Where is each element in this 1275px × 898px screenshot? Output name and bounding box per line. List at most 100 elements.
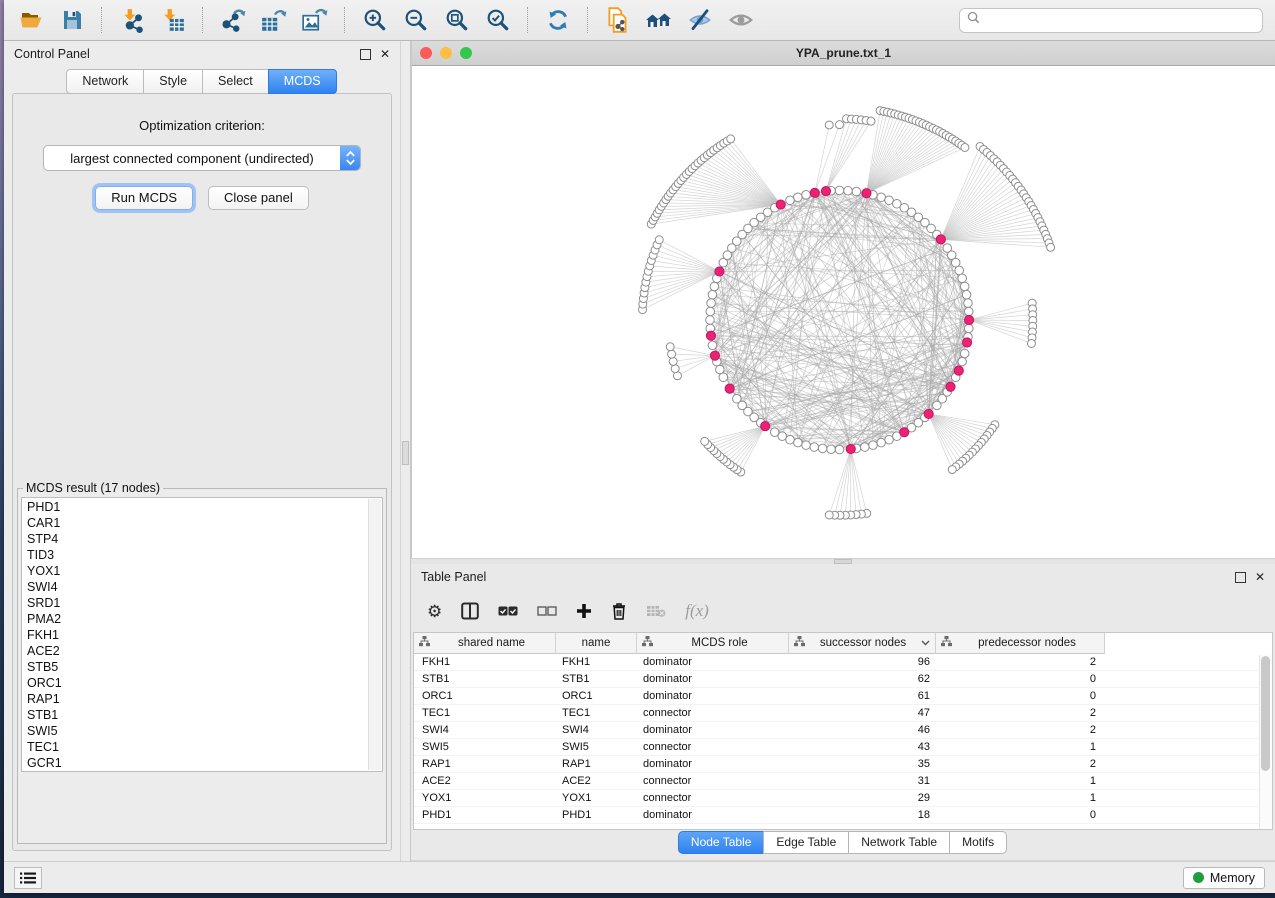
export-image-icon[interactable] xyxy=(300,6,330,34)
table-cell[interactable] xyxy=(1105,773,1272,789)
add-column-icon[interactable] xyxy=(576,603,592,619)
mcds-result-item[interactable]: YOX1 xyxy=(27,563,382,579)
column-header-name[interactable]: name xyxy=(556,633,637,654)
tab-style[interactable]: Style xyxy=(143,69,203,94)
table-cell[interactable]: ACE2 xyxy=(556,773,637,789)
table-cell[interactable]: SWI4 xyxy=(414,722,556,738)
table-cell[interactable]: 1 xyxy=(936,790,1105,806)
table-cell[interactable]: connector xyxy=(637,773,789,789)
select-all-icon[interactable] xyxy=(498,605,518,617)
close-panel-icon[interactable]: ✕ xyxy=(1255,571,1265,583)
mcds-result-item[interactable]: PMA2 xyxy=(27,611,382,627)
delete-column-icon[interactable] xyxy=(611,602,627,620)
table-cell[interactable]: dominator xyxy=(637,756,789,772)
table-cell[interactable]: ORC1 xyxy=(556,688,637,704)
mcds-result-item[interactable]: TEC1 xyxy=(27,739,382,755)
table-cell[interactable]: TEC1 xyxy=(556,705,637,721)
import-network-icon[interactable] xyxy=(117,6,147,34)
table-cell[interactable] xyxy=(1105,671,1272,687)
tab-motifs[interactable]: Motifs xyxy=(949,831,1007,854)
export-network-icon[interactable] xyxy=(218,6,248,34)
table-cell[interactable]: 35 xyxy=(789,756,936,772)
table-cell[interactable]: 31 xyxy=(789,773,936,789)
table-row[interactable]: ORC1ORC1dominator610 xyxy=(414,688,1272,705)
table-cell[interactable]: 0 xyxy=(936,688,1105,704)
table-cell[interactable] xyxy=(1105,654,1272,670)
table-cell[interactable]: SWI5 xyxy=(414,739,556,755)
mcds-result-item[interactable]: STP4 xyxy=(27,531,382,547)
table-cell[interactable] xyxy=(1105,688,1272,704)
list-scrollbar[interactable] xyxy=(368,499,381,770)
zoom-out-icon[interactable] xyxy=(401,6,431,34)
table-row[interactable]: PHD1PHD1dominator180 xyxy=(414,807,1272,824)
table-cell[interactable]: connector xyxy=(637,790,789,806)
mcds-result-item[interactable]: ORC1 xyxy=(27,675,382,691)
table-scrollbar[interactable] xyxy=(1259,655,1272,829)
table-cell[interactable]: SWI4 xyxy=(556,722,637,738)
tab-select[interactable]: Select xyxy=(202,69,269,94)
table-cell[interactable]: STB1 xyxy=(414,671,556,687)
table-cell[interactable]: 0 xyxy=(936,671,1105,687)
table-cell[interactable]: dominator xyxy=(637,722,789,738)
mcds-result-item[interactable]: STB1 xyxy=(27,707,382,723)
save-session-icon[interactable] xyxy=(57,6,87,34)
table-cell[interactable]: 2 xyxy=(936,722,1105,738)
mcds-result-item[interactable]: RAP1 xyxy=(27,691,382,707)
table-row[interactable]: SWI4SWI4dominator462 xyxy=(414,722,1272,739)
mcds-result-item[interactable]: CAR1 xyxy=(27,515,382,531)
chevron-down-icon[interactable] xyxy=(921,637,930,649)
network-view[interactable] xyxy=(412,66,1275,558)
column-layout-icon[interactable] xyxy=(461,602,479,620)
automation-panel-icon[interactable] xyxy=(14,867,42,889)
tab-mcds[interactable]: MCDS xyxy=(268,69,337,94)
zoom-selected-icon[interactable] xyxy=(483,6,513,34)
mcds-result-item[interactable]: STB5 xyxy=(27,659,382,675)
close-panel-icon[interactable]: ✕ xyxy=(380,48,390,60)
export-table-icon[interactable] xyxy=(259,6,289,34)
scrollbar-thumb[interactable] xyxy=(1261,656,1270,771)
table-cell[interactable]: 18 xyxy=(789,807,936,823)
refresh-icon[interactable] xyxy=(543,6,573,34)
table-cell[interactable]: 43 xyxy=(789,739,936,755)
mcds-result-item[interactable]: TID3 xyxy=(27,547,382,563)
table-cell[interactable]: 2 xyxy=(936,705,1105,721)
table-cell[interactable] xyxy=(1105,705,1272,721)
table-cell[interactable]: ACE2 xyxy=(414,773,556,789)
zoom-fit-icon[interactable] xyxy=(442,6,472,34)
unselect-all-icon[interactable] xyxy=(537,605,557,617)
column-header-shared-name[interactable]: shared name xyxy=(414,633,556,654)
clone-network-icon[interactable] xyxy=(603,6,633,34)
float-panel-icon[interactable] xyxy=(1235,572,1246,583)
mcds-result-item[interactable]: ACE2 xyxy=(27,643,382,659)
mcds-result-item[interactable]: SWI5 xyxy=(27,723,382,739)
table-cell[interactable] xyxy=(1105,790,1272,806)
table-cell[interactable]: connector xyxy=(637,705,789,721)
home-icon[interactable] xyxy=(644,6,674,34)
table-cell[interactable]: RAP1 xyxy=(556,756,637,772)
table-cell[interactable]: ORC1 xyxy=(414,688,556,704)
run-mcds-button[interactable]: Run MCDS xyxy=(95,186,193,210)
mcds-result-item[interactable]: PHD1 xyxy=(27,499,382,515)
table-row[interactable]: SWI5SWI5connector431 xyxy=(414,739,1272,756)
tab-edge-table[interactable]: Edge Table xyxy=(763,831,849,854)
tab-node-table[interactable]: Node Table xyxy=(678,831,765,854)
open-file-icon[interactable] xyxy=(16,6,46,34)
table-cell[interactable]: 61 xyxy=(789,688,936,704)
table-cell[interactable]: FKH1 xyxy=(556,654,637,670)
table-row[interactable]: FKH1FKH1dominator962 xyxy=(414,654,1272,671)
table-cell[interactable]: YOX1 xyxy=(556,790,637,806)
table-cell[interactable]: 1 xyxy=(936,773,1105,789)
column-header-MCDS-role[interactable]: MCDS role xyxy=(637,633,789,654)
table-row[interactable]: TEC1TEC1connector472 xyxy=(414,705,1272,722)
table-cell[interactable] xyxy=(1105,722,1272,738)
table-cell[interactable]: YOX1 xyxy=(414,790,556,806)
tab-network-table[interactable]: Network Table xyxy=(848,831,950,854)
gear-icon[interactable]: ⚙ xyxy=(427,603,442,620)
table-cell[interactable]: TEC1 xyxy=(414,705,556,721)
horizontal-splitter[interactable] xyxy=(411,558,1275,564)
import-table-icon[interactable] xyxy=(158,6,188,34)
table-cell[interactable]: SWI5 xyxy=(556,739,637,755)
table-cell[interactable]: dominator xyxy=(637,807,789,823)
table-cell[interactable]: dominator xyxy=(637,654,789,670)
show-hidden-icon[interactable] xyxy=(726,6,756,34)
